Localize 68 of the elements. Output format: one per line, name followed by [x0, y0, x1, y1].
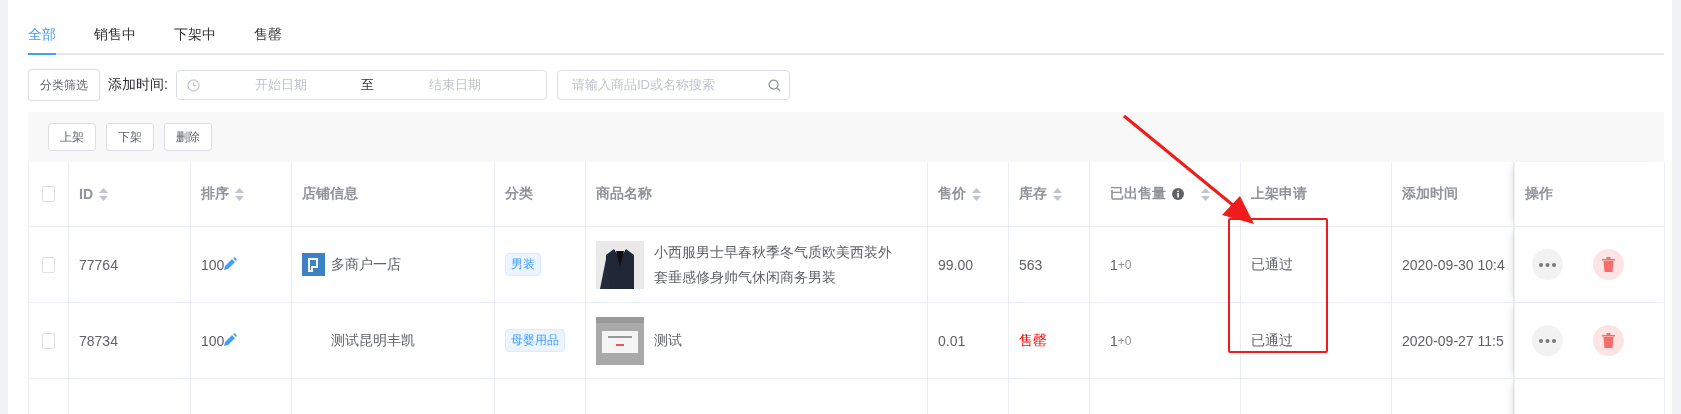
action-button[interactable]: 下架 [106, 123, 154, 151]
approval-status: 已通过 [1251, 331, 1293, 350]
select-all-checkbox[interactable] [42, 186, 55, 202]
end-date-placeholder: 结束日期 [428, 76, 483, 94]
table-cell: 100 [201, 256, 225, 273]
store-name: 多商户一店 [331, 255, 401, 274]
search-placeholder: 请输入商品ID或名称搜索 [571, 76, 715, 94]
tab[interactable]: 销售中 [94, 20, 136, 55]
column-header: 已出售量 [1110, 185, 1166, 203]
column-header: 售价 [938, 185, 966, 203]
action-button[interactable]: 删除 [164, 123, 212, 151]
more-button[interactable] [1532, 325, 1563, 356]
tab[interactable]: 售罄 [254, 20, 282, 55]
sold-extra: +0 [1117, 257, 1132, 272]
sort-icon[interactable] [235, 187, 244, 201]
store-logo-icon [302, 253, 325, 276]
trash-icon [1602, 333, 1615, 348]
tab[interactable]: 下架中 [174, 20, 216, 55]
more-button[interactable] [1532, 249, 1563, 280]
table-cell: 78734 [79, 332, 118, 349]
product-name: 测试 [654, 331, 683, 350]
delete-button[interactable] [1593, 325, 1624, 356]
sort-icon[interactable] [99, 187, 108, 201]
column-header: 排序 [201, 185, 229, 203]
delete-button[interactable] [1593, 249, 1624, 280]
table-cell: 0.01 [938, 332, 966, 349]
column-header: 库存 [1019, 185, 1047, 203]
sort-icon[interactable] [972, 187, 981, 201]
search-icon[interactable] [767, 78, 781, 92]
row-checkbox[interactable] [42, 332, 55, 349]
approval-status: 已通过 [1251, 255, 1293, 274]
pencil-icon[interactable] [224, 332, 238, 346]
table-cell: 77764 [79, 256, 118, 273]
clock-icon [186, 78, 200, 92]
column-header: 操作 [1525, 185, 1553, 203]
column-header: 上架申请 [1251, 185, 1307, 203]
date-range-field[interactable]: 开始日期 至 结束日期 [175, 70, 547, 100]
column-header: 分类 [505, 185, 533, 203]
range-separator: 至 [361, 76, 375, 94]
table-cell: 100 [201, 332, 225, 349]
stock-cell: 售罄 [1019, 331, 1047, 350]
start-date-placeholder: 开始日期 [253, 76, 308, 94]
table-cell: 2020-09-30 10:4 [1402, 256, 1505, 273]
column-header: ID [79, 186, 93, 202]
sold-count: 1 [1110, 256, 1118, 273]
sort-icon[interactable] [1053, 187, 1062, 201]
column-header: 商品名称 [596, 185, 652, 203]
sold-extra: +0 [1117, 333, 1132, 348]
table-cell: 99.00 [938, 256, 974, 273]
date-label: 添加时间: [108, 76, 168, 94]
trash-icon [1602, 257, 1615, 272]
category-tag: 男装 [505, 253, 541, 276]
sold-count: 1 [1110, 332, 1118, 349]
more-icon [1539, 262, 1556, 267]
store-name: 测试昆明丰凯 [331, 331, 415, 350]
category-tag: 母婴用品 [505, 329, 565, 352]
category-filter-button[interactable]: 分类筛选 [28, 69, 100, 101]
more-icon [1539, 338, 1556, 343]
row-checkbox[interactable] [42, 256, 55, 273]
column-header: 添加时间 [1402, 185, 1458, 203]
stock-cell: 563 [1019, 256, 1043, 273]
product-name: 小西服男士早春秋季冬气质欧美西装外套垂感修身帅气休闲商务男装 [654, 242, 893, 287]
action-button[interactable]: 上架 [48, 123, 96, 151]
info-icon [1172, 188, 1184, 200]
pencil-icon[interactable] [224, 256, 238, 270]
table-cell: 2020-09-27 11:5 [1402, 332, 1504, 349]
sort-icon[interactable] [1201, 187, 1210, 201]
column-header: 店铺信息 [302, 185, 358, 203]
